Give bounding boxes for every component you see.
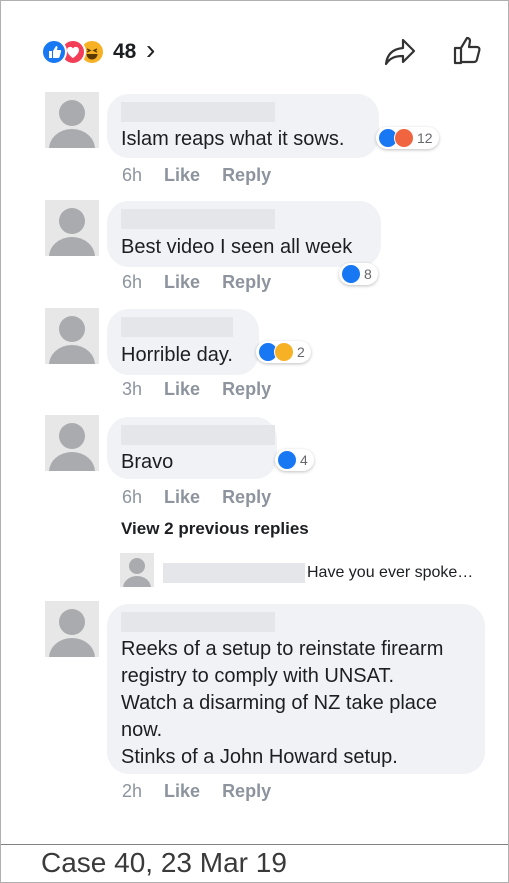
reaction-count[interactable]: 48 <box>113 40 136 64</box>
avatar[interactable] <box>45 200 99 256</box>
comment-reaction-count: 4 <box>300 452 308 468</box>
comment-reactions[interactable]: 4 <box>275 449 314 471</box>
commenter-name-redacted[interactable] <box>121 612 275 632</box>
comment-bubble: Islam reaps what it sows. <box>107 94 379 158</box>
reply-link[interactable]: Reply <box>222 272 271 292</box>
reply-author-redacted[interactable] <box>163 563 305 583</box>
comment-text-line: now. <box>121 719 163 741</box>
avatar[interactable] <box>45 415 99 471</box>
comment-time: 3h <box>122 379 143 399</box>
comment-time: 6h <box>122 272 143 292</box>
chevron-right-icon[interactable]: › <box>146 34 155 66</box>
reply-link[interactable]: Reply <box>222 781 271 801</box>
comment-text: Horrible day. <box>121 344 233 366</box>
comment-text: Islam reaps what it sows. <box>121 128 345 150</box>
commenter-name-redacted[interactable] <box>121 425 275 445</box>
screenshot-frame: 48 › Islam reaps what it sows. 12 6h Like… <box>0 0 509 883</box>
reply-link[interactable]: Reply <box>222 379 271 399</box>
comment-reactions[interactable]: 8 <box>339 263 378 285</box>
comment-actions: 2h Like Reply <box>122 781 293 802</box>
avatar[interactable] <box>45 308 99 364</box>
like-icon <box>277 450 297 470</box>
comment-reactions[interactable]: 12 <box>376 127 439 149</box>
case-caption: Case 40, 23 Mar 19 <box>41 847 287 878</box>
avatar[interactable] <box>45 92 99 148</box>
comment-actions: 3h Like Reply <box>122 379 293 400</box>
share-icon[interactable] <box>383 37 417 72</box>
comment-bubble: Bravo <box>107 417 277 479</box>
like-link[interactable]: Like <box>164 165 200 185</box>
haha-icon <box>274 342 294 362</box>
comment-bubble: Horrible day. <box>107 309 259 375</box>
like-button-icon[interactable] <box>452 35 482 70</box>
comment-reaction-count: 12 <box>417 130 433 146</box>
comment-bubble: Reeks of a setup to reinstate firearm re… <box>107 604 485 774</box>
commenter-name-redacted[interactable] <box>121 102 275 122</box>
post-actions-bar: 48 › <box>1 1 508 81</box>
comment-reaction-count: 2 <box>297 344 305 360</box>
comment-text-line: Stinks of a John Howard setup. <box>121 746 398 768</box>
reply-link[interactable]: Reply <box>222 487 271 507</box>
reply-avatar[interactable] <box>120 553 154 587</box>
view-previous-replies-link[interactable]: View 2 previous replies <box>121 519 309 539</box>
comment-time: 6h <box>122 165 143 185</box>
comment-bubble: Best video I seen all week <box>107 201 381 267</box>
comment-text: Best video I seen all week <box>121 236 353 258</box>
like-icon <box>341 264 361 284</box>
commenter-name-redacted[interactable] <box>121 209 275 229</box>
like-link[interactable]: Like <box>164 487 200 507</box>
comment-time: 6h <box>122 487 143 507</box>
reaction-summary[interactable] <box>41 39 121 65</box>
comment-time: 2h <box>122 781 143 801</box>
comment-text-line: registry to comply with UNSAT. <box>121 665 395 687</box>
avatar[interactable] <box>45 601 99 657</box>
caption-divider <box>1 844 508 845</box>
angry-icon <box>394 128 414 148</box>
reply-link[interactable]: Reply <box>222 165 271 185</box>
comment-actions: 6h Like Reply <box>122 487 293 508</box>
commenter-name-redacted[interactable] <box>121 317 233 337</box>
comment-reaction-count: 8 <box>364 266 372 282</box>
comment-text-line: Reeks of a setup to reinstate firearm <box>121 638 444 660</box>
like-link[interactable]: Like <box>164 781 200 801</box>
like-link[interactable]: Like <box>164 379 200 399</box>
like-link[interactable]: Like <box>164 272 200 292</box>
comment-text-line: Watch a disarming of NZ take place <box>121 692 438 714</box>
comment-text: Bravo <box>121 451 174 473</box>
comment-reactions[interactable]: 2 <box>256 341 311 363</box>
like-icon <box>41 39 67 65</box>
comment-actions: 6h Like Reply <box>122 272 293 293</box>
comment-actions: 6h Like Reply <box>122 165 293 186</box>
reply-preview-text[interactable]: Have you ever spoke… <box>307 564 473 582</box>
